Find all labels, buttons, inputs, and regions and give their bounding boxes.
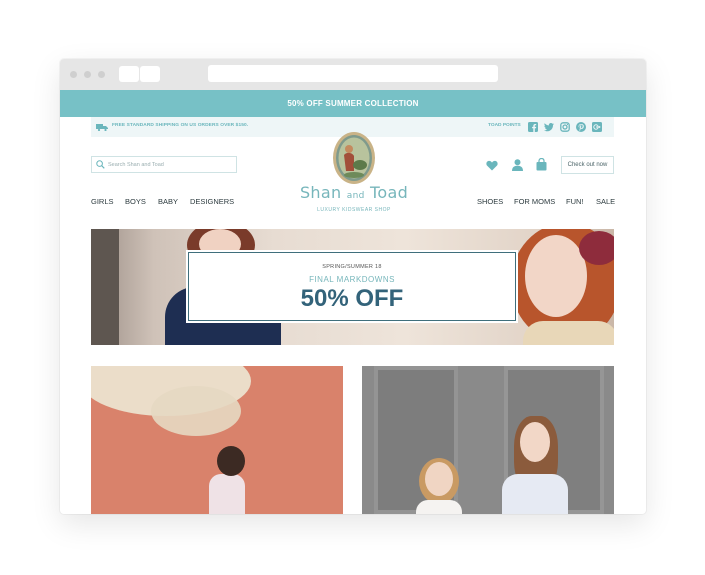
photo-younger-girl-face <box>425 462 453 496</box>
logo-emblem[interactable] <box>332 131 376 185</box>
user-icon[interactable] <box>512 159 523 171</box>
nav-for-moms[interactable]: FOR MOMS <box>514 197 555 206</box>
search-input[interactable] <box>108 158 233 171</box>
window-minimize-dot[interactable] <box>84 71 91 78</box>
nav-baby[interactable]: BABY <box>158 197 178 206</box>
category-photo-left[interactable] <box>91 366 343 514</box>
category-photo-right[interactable] <box>362 366 614 514</box>
forward-button[interactable] <box>140 66 160 82</box>
nav-fun[interactable]: FUN! <box>566 197 584 206</box>
promo-banner[interactable]: 50% OFF SUMMER COLLECTION <box>60 90 646 117</box>
photo-older-girl-face <box>520 422 550 462</box>
search-icon <box>96 160 105 169</box>
brand-wordmark[interactable]: Shan and Toad <box>282 183 426 202</box>
instagram-icon[interactable] <box>560 122 570 132</box>
hero-photo-girl-right-face <box>525 235 587 317</box>
photo-older-girl-dress <box>502 474 568 514</box>
brand-name-second: Toad <box>370 183 409 202</box>
browser-chrome <box>60 59 646 90</box>
search-box[interactable] <box>91 156 237 173</box>
window-close-dot[interactable] <box>70 71 77 78</box>
heart-icon[interactable] <box>486 160 498 171</box>
nav-shoes[interactable]: SHOES <box>477 197 503 206</box>
brand-name-first: Shan <box>299 183 342 202</box>
brand-name-and: and <box>346 191 365 201</box>
hero-photo-flower-crown <box>579 231 614 265</box>
promo-text: 50% OFF SUMMER COLLECTION <box>287 99 419 108</box>
hero-season: SPRING/SUMMER 18 <box>322 264 382 270</box>
photo-younger-girl-dress <box>416 500 462 514</box>
nav-sale[interactable]: SALE <box>596 197 615 206</box>
hero-photo-girl-right-dress <box>523 321 614 345</box>
checkout-label: Check out now <box>567 162 608 168</box>
address-bar[interactable] <box>208 65 498 82</box>
hero-offer-box[interactable]: SPRING/SUMMER 18 FINAL MARKDOWNS 50% OFF <box>188 252 516 321</box>
shipping-notice: FREE STANDARD SHIPPING ON US ORDERS OVER… <box>112 123 249 128</box>
google-plus-icon[interactable] <box>592 122 602 132</box>
pinterest-icon[interactable] <box>576 122 586 132</box>
browser-window: 50% OFF SUMMER COLLECTION FREE STANDARD … <box>60 59 646 514</box>
hero-headline: 50% OFF <box>300 285 404 312</box>
photo-child-head <box>217 446 245 476</box>
checkout-button[interactable]: Check out now <box>561 156 614 174</box>
nav-boys[interactable]: BOYS <box>125 197 146 206</box>
back-button[interactable] <box>119 66 139 82</box>
photo-child-dress <box>209 474 245 514</box>
facebook-icon[interactable] <box>528 122 538 132</box>
hero-background-shadow <box>91 229 119 345</box>
truck-icon <box>96 124 108 131</box>
twitter-icon[interactable] <box>544 122 554 132</box>
nav-designers[interactable]: DESIGNERS <box>190 197 234 206</box>
hero-subtitle: FINAL MARKDOWNS <box>309 275 395 284</box>
bag-icon[interactable] <box>536 158 547 171</box>
toad-points-link[interactable]: TOAD POINTS <box>488 123 521 128</box>
brand-tagline: LUXURY KIDSWEAR SHOP <box>317 207 391 213</box>
photo-baby-breath-flowers-lower <box>151 386 241 436</box>
hero-banner[interactable]: SPRING/SUMMER 18 FINAL MARKDOWNS 50% OFF <box>91 229 614 345</box>
window-maximize-dot[interactable] <box>98 71 105 78</box>
nav-girls[interactable]: GIRLS <box>91 197 114 206</box>
